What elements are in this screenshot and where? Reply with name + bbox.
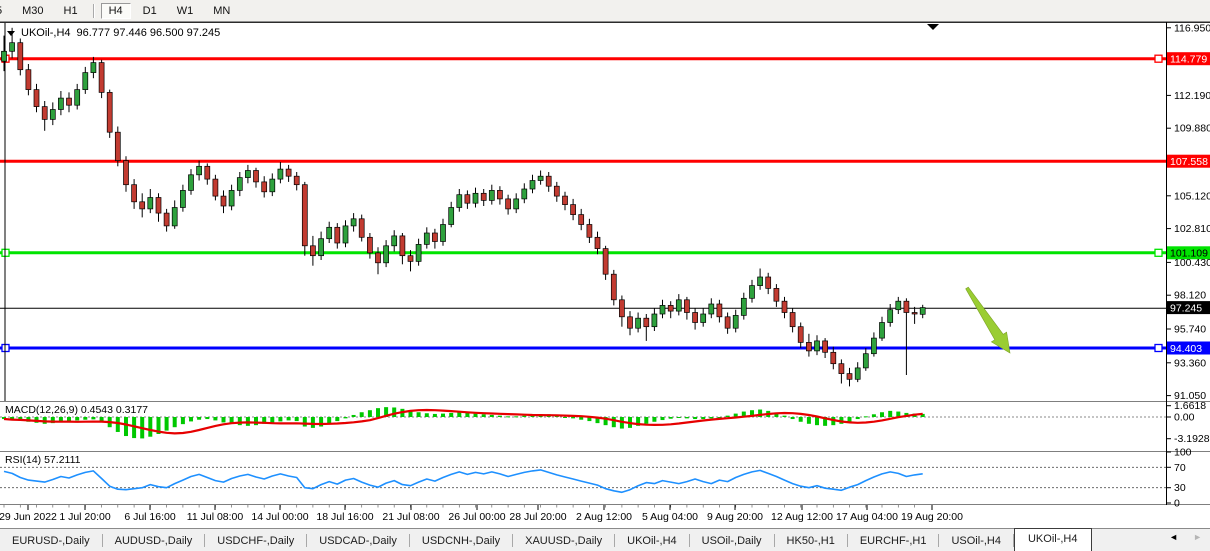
line-handle[interactable] [1155,249,1162,256]
tab-eurusd-daily[interactable]: EURUSD-,Daily [0,531,102,551]
tabs-scroll-left-icon[interactable]: ◄ [1169,533,1178,542]
chart-title-symbol: UKOil-,H4 [21,27,71,39]
macd-indicator-label: MACD(12,26,9) 0.4543 0.3177 [5,404,148,416]
tab-usdchf-daily[interactable]: USDCHF-,Daily [205,531,306,551]
time-tick-label: 14 Jul 00:00 [251,511,308,523]
price-badge-label: 114.779 [1170,54,1207,66]
toolbar-separator [93,4,94,18]
chart-title: UKOil-,H4 96.777 97.446 96.500 97.245 [7,27,220,39]
price-axis [1166,28,1210,396]
line-handle[interactable] [1155,55,1162,62]
price-badge-label: 101.109 [1170,248,1208,260]
timeframe-button-mn[interactable]: MN [205,3,238,19]
rsi-axis-label: 100 [1174,447,1192,459]
timeframe-button-h1[interactable]: H1 [56,3,86,19]
price-tick-label: 105.120 [1174,190,1210,202]
time-tick-label: 5 Aug 04:00 [642,511,698,523]
macd-axis-label: 1.6618 [1174,400,1206,412]
price-tick-label: 93.360 [1174,357,1206,369]
chart-title-ohlc: 96.777 97.446 96.500 97.245 [77,27,221,39]
price-badge-label: 107.558 [1170,156,1208,168]
tab-xauusd-daily[interactable]: XAUUSD-,Daily [513,531,614,551]
price-tick-label: 102.810 [1174,223,1210,235]
time-tick-label: 2 Aug 12:00 [576,511,632,523]
chart-canvas: 116.950112.190109.880105.120102.810100.4… [0,0,1210,551]
tab-usoil-h4[interactable]: USOil-,H4 [939,531,1013,551]
tab-ukoil-h4[interactable]: UKOil-,H4 [1014,528,1092,551]
price-tick-label: 95.740 [1174,324,1206,336]
trading-terminal-window: 116.950112.190109.880105.120102.810100.4… [0,0,1210,551]
macd-axis-label: -3.1928 [1174,433,1210,445]
timeframe-button-h4[interactable]: H4 [101,3,131,19]
rsi-indicator-label: RSI(14) 57.2111 [5,454,81,466]
time-axis [4,505,932,510]
time-tick-label: 6 Jul 16:00 [124,511,176,523]
tab-scroll-controls: ◄ ► [1169,533,1202,542]
time-tick-label: 26 Jul 00:00 [448,511,505,523]
symbol-tab-bar: EURUSD-,DailyAUDUSD-,DailyUSDCHF-,DailyU… [0,528,1210,551]
macd-axis-label: 0.00 [1174,412,1195,424]
tab-ukoil-h4[interactable]: UKOil-,H4 [615,531,689,551]
timeframe-button-w1[interactable]: W1 [169,3,202,19]
time-tick-label: 21 Jul 08:00 [382,511,439,523]
time-tick-label: 1 Jul 20:00 [59,511,111,523]
time-tick-label: 29 Jun 2022 [0,511,57,523]
price-tick-label: 98.120 [1174,290,1206,302]
price-tick-label: 116.950 [1174,22,1210,34]
price-badge-label: 94.403 [1170,343,1202,355]
chevron-down-icon [7,31,15,36]
tab-audusd-daily[interactable]: AUDUSD-,Daily [103,531,205,551]
time-tick-label: 18 Jul 16:00 [316,511,373,523]
price-tick-label: 112.190 [1174,90,1210,102]
timeframe-button-d1[interactable]: D1 [135,3,165,19]
rsi-axis-label: 70 [1174,462,1186,474]
tab-usoil-daily[interactable]: USOil-,Daily [690,531,774,551]
time-tick-label: 17 Aug 04:00 [836,511,898,523]
time-tick-label: 12 Aug 12:00 [771,511,833,523]
tab-usdcnh-daily[interactable]: USDCNH-,Daily [410,531,512,551]
time-tick-label: 28 Jul 20:00 [509,511,566,523]
tab-eurchf-h1[interactable]: EURCHF-,H1 [848,531,939,551]
timeframe-button-5[interactable]: 5 [0,3,10,19]
tab-hk50-h1[interactable]: HK50-,H1 [775,531,847,551]
tabs-scroll-right-icon[interactable]: ► [1193,533,1202,542]
rsi-axis-label: 0 [1174,498,1180,510]
tab-usdcad-daily[interactable]: USDCAD-,Daily [307,531,409,551]
timeframe-button-m30[interactable]: M30 [14,3,51,19]
rsi-line [4,470,923,492]
line-handle[interactable] [1155,345,1162,352]
price-badge-label: 97.245 [1170,302,1202,314]
price-tick-label: 109.880 [1174,123,1210,135]
time-tick-label: 11 Jul 08:00 [187,511,244,523]
time-tick-label: 19 Aug 20:00 [901,511,963,523]
time-tick-label: 9 Aug 20:00 [707,511,763,523]
timeframe-toolbar: 5M30 H1 H4D1W1MN [0,0,1210,22]
rsi-axis-label: 30 [1174,482,1186,494]
